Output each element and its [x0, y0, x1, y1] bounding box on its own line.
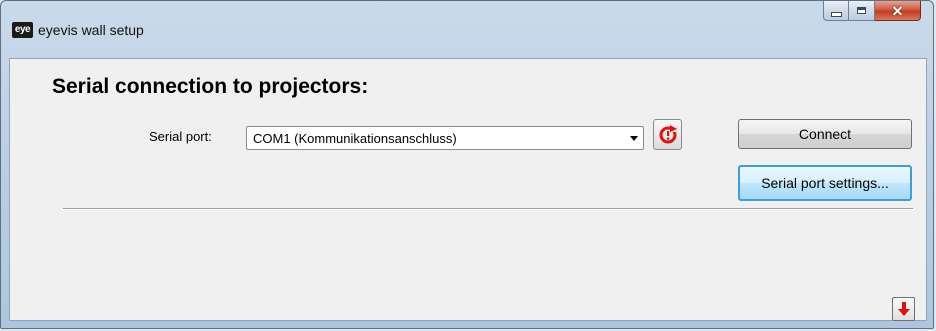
app-window: eye eyevis wall setup ✕ Serial connectio…	[0, 0, 934, 329]
title-bar[interactable]: eye eyevis wall setup ✕	[1, 1, 933, 59]
serial-port-value: COM1 (Kommunikationsanschluss)	[253, 131, 457, 146]
page-title: Serial connection to projectors:	[52, 75, 369, 98]
maximize-icon	[857, 7, 866, 14]
refresh-ports-button[interactable]	[653, 119, 682, 150]
expand-button[interactable]	[892, 297, 915, 321]
close-icon: ✕	[891, 2, 904, 19]
client-area: Serial connection to projectors: Serial …	[9, 58, 927, 321]
serial-port-settings-button[interactable]: Serial port settings...	[738, 165, 912, 201]
divider	[63, 208, 913, 210]
serial-port-label: Serial port:	[149, 129, 212, 144]
refresh-icon	[659, 124, 678, 143]
close-button[interactable]: ✕	[875, 1, 921, 21]
app-icon-text: eye	[14, 24, 31, 35]
minimize-button[interactable]	[823, 1, 849, 21]
connect-button[interactable]: Connect	[738, 119, 912, 149]
serial-port-select[interactable]: COM1 (Kommunikationsanschluss)	[246, 126, 644, 150]
eyevis-logo-icon[interactable]: eye	[12, 22, 33, 38]
chevron-down-icon	[630, 136, 638, 141]
window-controls: ✕	[823, 1, 921, 23]
maximize-button[interactable]	[849, 1, 875, 21]
arrow-down-icon	[897, 302, 910, 316]
window-title: eyevis wall setup	[38, 22, 144, 38]
minimize-icon	[830, 11, 842, 17]
